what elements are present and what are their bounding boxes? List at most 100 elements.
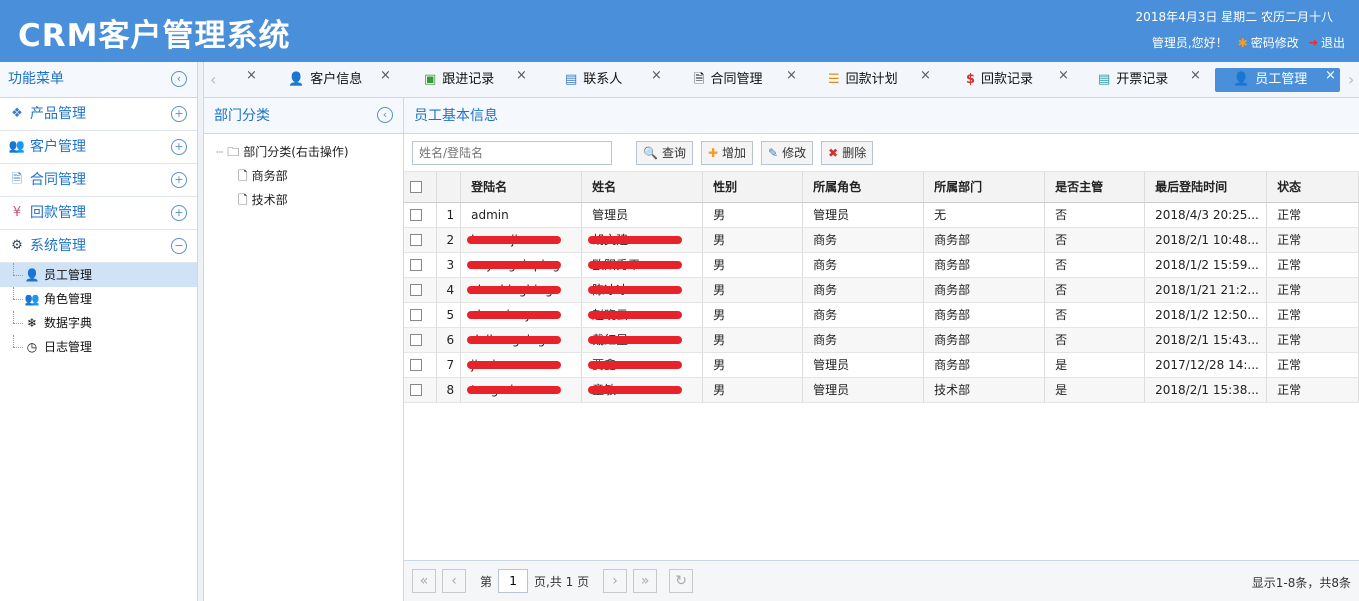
user-icon: 👤 bbox=[288, 72, 305, 87]
submenu-role[interactable]: 👥 角色管理 bbox=[0, 287, 197, 311]
row-select-cell[interactable] bbox=[404, 352, 437, 378]
submenu-dictionary[interactable]: ❄ 数据字典 bbox=[0, 311, 197, 335]
expand-plus-icon[interactable]: + bbox=[171, 172, 187, 188]
table-row[interactable]: 1 admin 管理员男管理员无否 2018/4/3 20:25... 正常 bbox=[404, 202, 1359, 228]
close-icon[interactable]: × bbox=[1325, 64, 1336, 88]
col-header[interactable]: 是否主管 bbox=[1044, 172, 1146, 203]
table-row[interactable]: 3 ouyangxiuping 欧阳秀平男商务 商务部否 2018/1/2 15:59.… bbox=[404, 252, 1359, 278]
menu-item-label: 合同管理 bbox=[30, 172, 86, 188]
select-all-header[interactable] bbox=[404, 172, 437, 203]
prev-page-icon[interactable]: ‹ bbox=[442, 569, 466, 593]
tab-customer-info[interactable]: 👤 客户信息 × bbox=[288, 68, 391, 92]
submenu-log[interactable]: ◷ 日志管理 bbox=[0, 335, 197, 359]
row-checkbox[interactable] bbox=[410, 259, 422, 271]
row-checkbox[interactable] bbox=[410, 234, 422, 246]
close-icon[interactable]: × bbox=[920, 64, 931, 88]
menu-item-contract[interactable]: 🗎 合同管理 + bbox=[0, 164, 197, 197]
close-icon[interactable]: × bbox=[516, 64, 527, 88]
select-all-checkbox[interactable] bbox=[410, 181, 422, 194]
menu-item-system[interactable]: ⚙ 系统管理 − bbox=[0, 230, 197, 263]
submenu-employee[interactable]: 👤 员工管理 bbox=[0, 263, 197, 287]
expand-plus-icon[interactable]: + bbox=[171, 106, 187, 122]
tab-scroll-right-icon[interactable]: › bbox=[1348, 70, 1354, 89]
logout-link[interactable]: ➜ 退出 bbox=[1309, 34, 1345, 51]
tab-invoice[interactable]: ▤ 开票记录 × bbox=[1098, 68, 1201, 92]
table-row[interactable]: 2 huwenjian 胡文建男商务 商务部否 2018/2/1 10:48... 正常 bbox=[404, 227, 1359, 253]
next-page-icon[interactable]: › bbox=[603, 569, 628, 593]
row-select-cell[interactable] bbox=[404, 377, 437, 403]
first-page-icon[interactable]: « bbox=[412, 569, 436, 593]
tree-root[interactable]: ┄ 🗀 部门分类(右击操作) bbox=[216, 140, 403, 164]
row-checkbox[interactable] bbox=[410, 209, 422, 221]
col-header[interactable]: 姓名 bbox=[581, 172, 704, 203]
delete-button[interactable]: ✖ 删除 bbox=[821, 140, 874, 165]
list-icon: ☰ bbox=[828, 72, 840, 87]
table-row[interactable]: 5 zhaoxiaoyun 赵晓云男商务 商务部否 2018/1/2 12:50... 正… bbox=[404, 302, 1359, 328]
table-row[interactable]: 8 tongmin 童敏男管理员 技术部是 2018/2/1 15:38... 正常 bbox=[404, 377, 1359, 403]
row-select-cell[interactable] bbox=[404, 227, 437, 253]
expand-plus-icon[interactable]: + bbox=[171, 205, 187, 221]
row-select-cell[interactable] bbox=[404, 327, 437, 353]
row-checkbox[interactable] bbox=[410, 309, 422, 321]
tab-contract[interactable]: 🗎 合同管理 × bbox=[694, 68, 797, 92]
collapse-dept-icon[interactable]: ‹ bbox=[377, 107, 393, 123]
tree-node-tech[interactable]: 🗋 技术部 bbox=[216, 188, 403, 212]
menu-item-payment[interactable]: ¥ 回款管理 + bbox=[0, 197, 197, 230]
expand-plus-icon[interactable]: + bbox=[171, 139, 187, 155]
cell-status: 正常 bbox=[1266, 202, 1359, 228]
row-select-cell[interactable] bbox=[404, 252, 437, 278]
query-button[interactable]: 🔍 查询 bbox=[636, 140, 693, 165]
exit-icon: ➜ bbox=[1308, 36, 1318, 49]
tree-node-business[interactable]: 🗋 商务部 bbox=[216, 164, 403, 188]
tab-followup[interactable]: ▣ 跟进记录 × bbox=[424, 68, 527, 92]
close-icon[interactable]: × bbox=[786, 64, 797, 88]
col-header[interactable]: 所属角色 bbox=[802, 172, 925, 203]
close-icon[interactable]: × bbox=[651, 64, 662, 88]
edit-button-label: 修改 bbox=[782, 146, 807, 160]
password-change-link[interactable]: ✱ 密码修改 bbox=[1238, 34, 1299, 51]
col-header[interactable]: 所属部门 bbox=[923, 172, 1046, 203]
row-checkbox[interactable] bbox=[410, 284, 422, 296]
col-header[interactable]: 状态 bbox=[1266, 172, 1359, 203]
close-icon[interactable]: × bbox=[1058, 64, 1069, 88]
add-button[interactable]: ✚ 增加 bbox=[700, 140, 754, 165]
close-icon[interactable]: × bbox=[380, 64, 391, 88]
page-info: 显示1-8条，共8条 bbox=[1251, 576, 1351, 590]
cell-n: 8 bbox=[436, 377, 462, 403]
row-checkbox[interactable] bbox=[410, 359, 422, 371]
search-input[interactable] bbox=[412, 140, 612, 165]
col-header[interactable]: 登陆名 bbox=[460, 172, 583, 203]
row-checkbox[interactable] bbox=[410, 384, 422, 396]
table-row[interactable]: 7 jiaxin 贾鑫男管理员 商务部是 2017/12/28 14:... 正常 bbox=[404, 352, 1359, 378]
tab-payment-record[interactable]: $ 回款记录 × bbox=[966, 68, 1069, 92]
refresh-icon[interactable]: ↻ bbox=[669, 569, 694, 593]
col-header[interactable]: 性别 bbox=[702, 172, 804, 203]
tab-label: 回款记录 bbox=[981, 72, 1034, 87]
close-icon[interactable]: × bbox=[246, 64, 257, 88]
edit-button[interactable]: ✎ 修改 bbox=[761, 140, 814, 165]
row-select-cell[interactable] bbox=[404, 277, 437, 303]
cell-sex: 男 bbox=[702, 252, 804, 278]
menu-item-product[interactable]: ❖ 产品管理 + bbox=[0, 98, 197, 131]
last-page-icon[interactable]: » bbox=[633, 569, 658, 593]
col-header[interactable]: 最后登陆时间 bbox=[1144, 172, 1268, 203]
function-menu-title-text: 功能菜单 bbox=[8, 71, 64, 87]
row-select-cell[interactable] bbox=[404, 202, 437, 228]
tab-payment-plan[interactable]: ☰ 回款计划 × bbox=[828, 68, 931, 92]
cell-role: 商务 bbox=[802, 252, 925, 278]
table-row[interactable]: 4 chenbingbing 陈冰冰男商务 商务部否 2018/1/21 21:2...… bbox=[404, 277, 1359, 303]
page-number-input[interactable] bbox=[498, 569, 529, 593]
header-date: 2018年4月3日 星期二 农历二月十八 bbox=[1135, 10, 1333, 24]
collapse-minus-icon[interactable]: − bbox=[171, 238, 187, 254]
row-checkbox[interactable] bbox=[410, 334, 422, 346]
row-select-cell[interactable] bbox=[404, 302, 437, 328]
close-icon[interactable]: × bbox=[1190, 64, 1201, 88]
collapse-menu-icon[interactable]: ‹ bbox=[171, 71, 187, 87]
tree-toggle-icon[interactable]: ┄ bbox=[216, 140, 223, 164]
tab-contacts[interactable]: ▤ 联系人 × bbox=[565, 68, 662, 92]
menu-item-customer[interactable]: 👥 客户管理 + bbox=[0, 131, 197, 164]
table-row[interactable]: 6 daihongxing 戴红星男商务 商务部否 2018/2/1 15:43... 正… bbox=[404, 327, 1359, 353]
tab-scroll-left-icon[interactable]: ‹ bbox=[210, 70, 216, 89]
cell-time: 2018/4/3 20:25... bbox=[1144, 202, 1268, 228]
tab-employee-active[interactable]: 👤 员工管理 × bbox=[1215, 68, 1340, 92]
